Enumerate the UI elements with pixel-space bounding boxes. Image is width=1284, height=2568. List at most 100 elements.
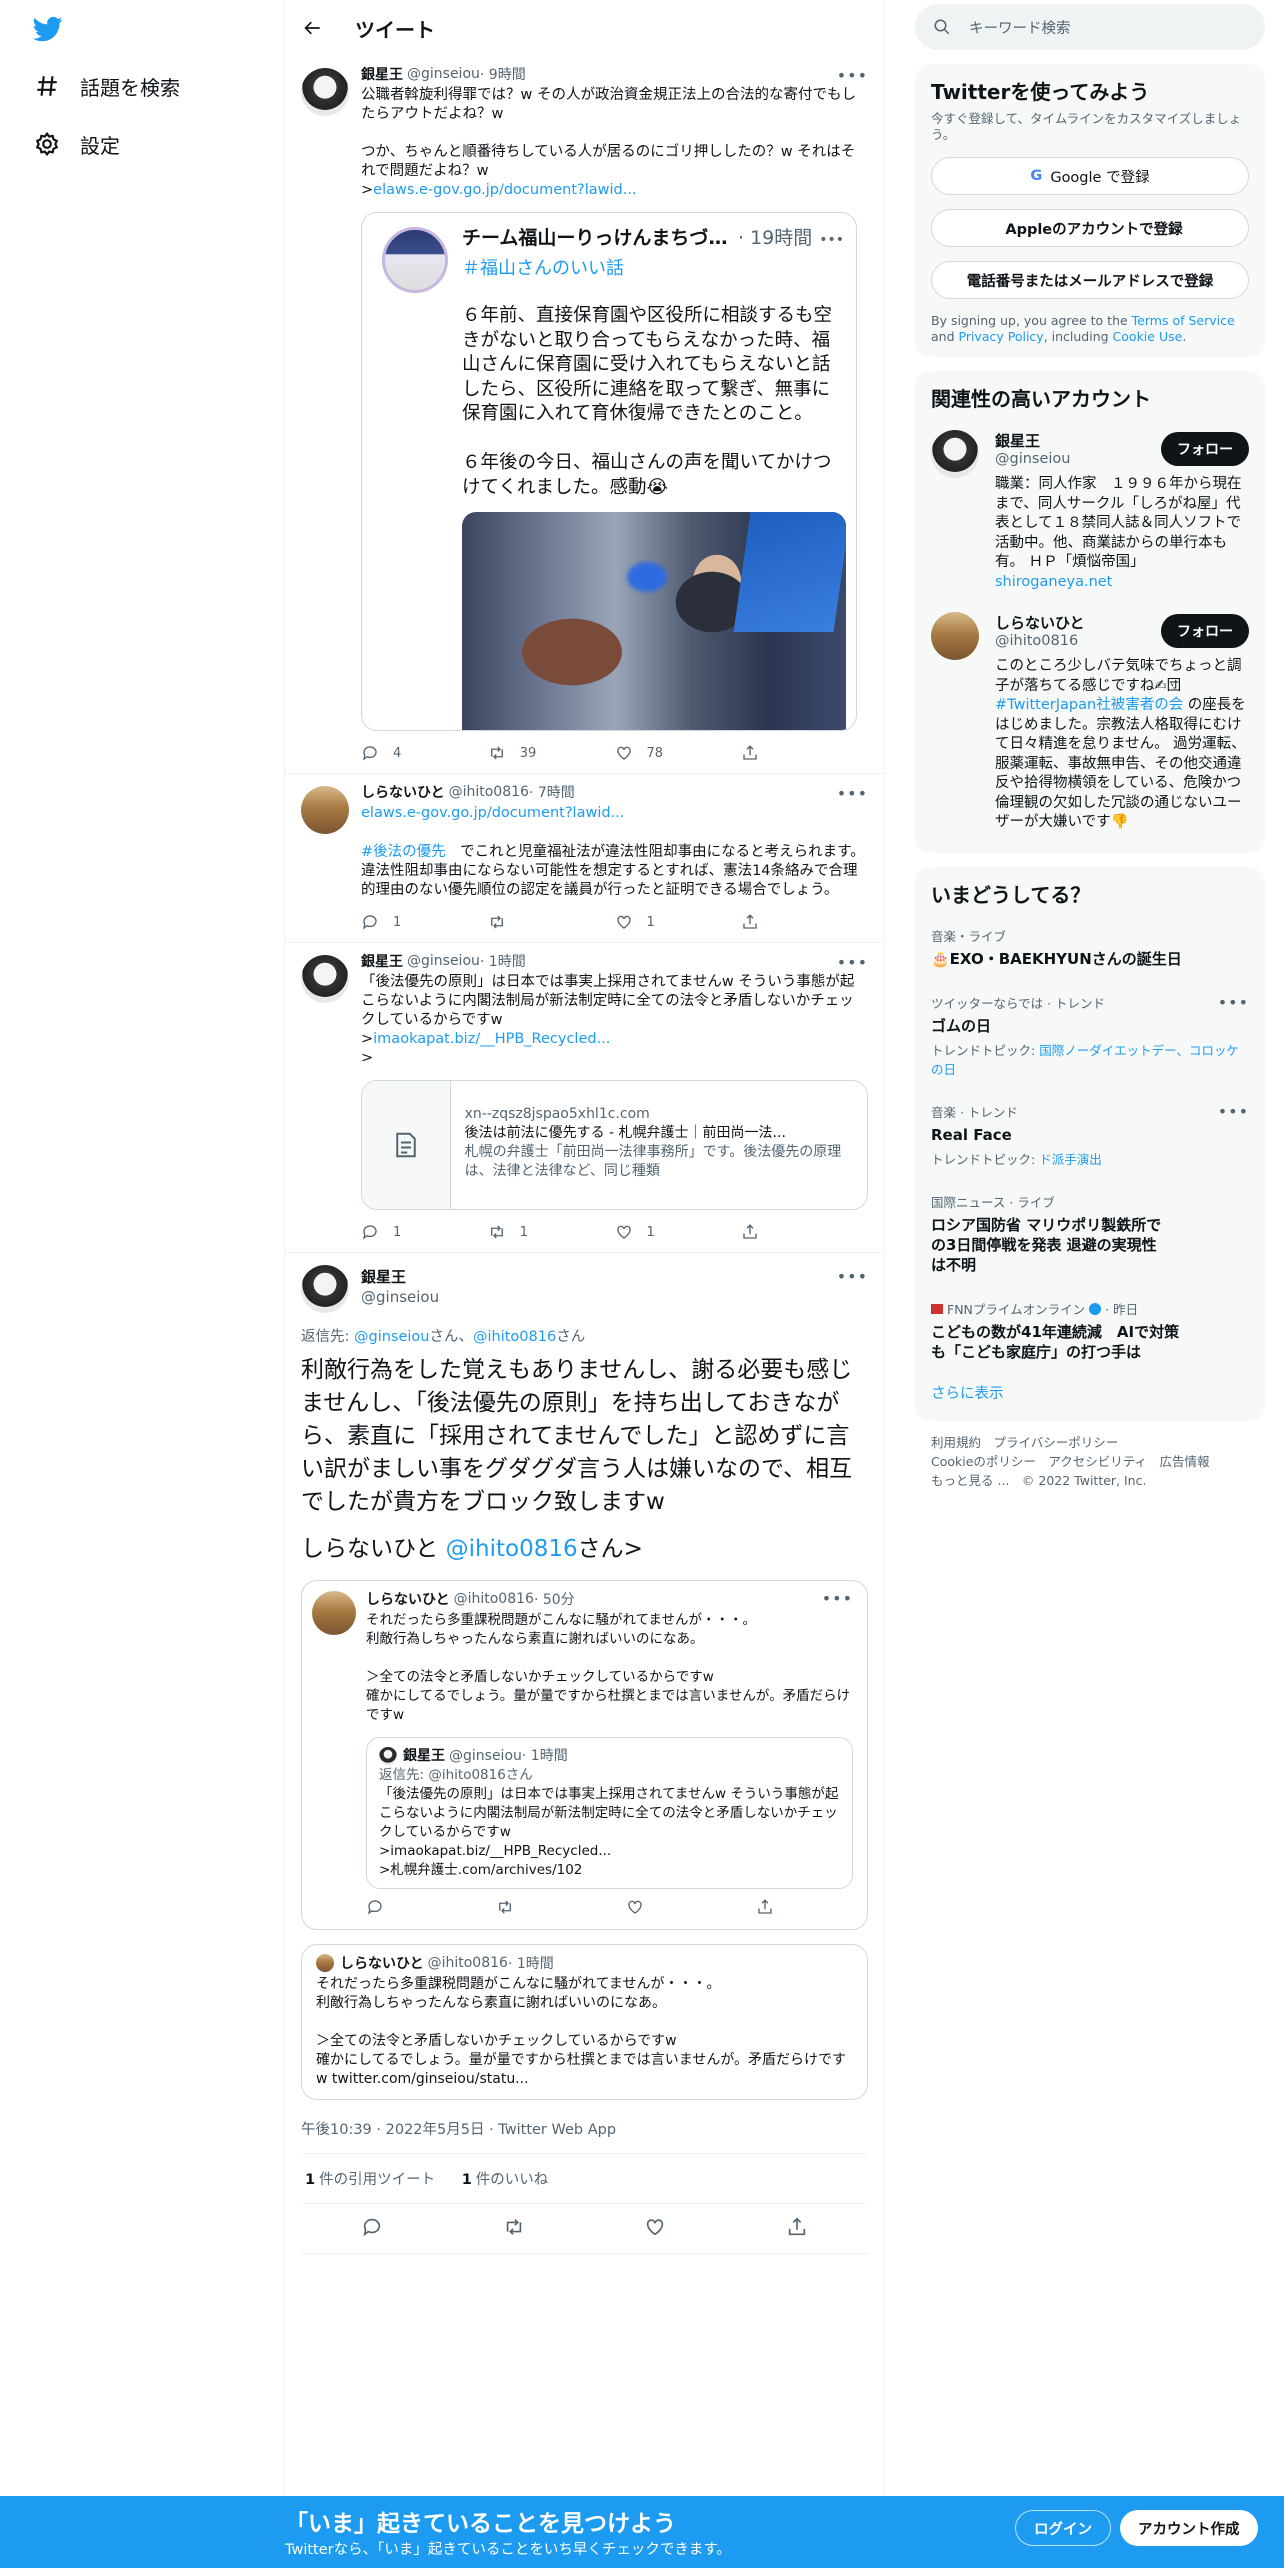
follow-button[interactable]: フォロー xyxy=(1161,432,1249,466)
quoted-tweet[interactable]: チーム福山ーりっけんまちづく... · 19時間 ••• ＃福山さんのいい話 ６… xyxy=(361,212,857,731)
quote-tweets-stat[interactable]: 1 件の引用ツイート xyxy=(305,2172,435,2188)
trend-item[interactable]: ツイッターならでは · トレンド ••• ゴムの日 トレンドトピック: 国際ノー… xyxy=(931,981,1249,1090)
tweet[interactable]: 銀星王 @ginseiou · 9時間 ••• 公職者斡旋利得罪では？w その人… xyxy=(285,56,884,774)
hashtag-link[interactable]: #後法の優先 xyxy=(361,844,446,860)
account-item[interactable]: しらないひと @ihito0816 フォロー このところ少しバテ気味でちょっと調… xyxy=(931,600,1249,841)
quoted-tweet[interactable]: しらないひと @ihito0816 · 1時間 それだったら多重課税問題がこんなに騒… xyxy=(301,1944,868,2100)
phone-email-signup-button[interactable]: 電話番号またはメールアドレスで登録 xyxy=(931,261,1249,299)
tweet[interactable]: 銀星王 @ginseiou · 1時間 ••• 「後法優先の原則」は日本では事実… xyxy=(285,943,884,1253)
back-arrow-icon[interactable] xyxy=(301,16,325,40)
twitter-logo-icon[interactable] xyxy=(30,14,66,44)
more-options-icon[interactable]: ••• xyxy=(837,953,868,972)
retweet-button[interactable] xyxy=(488,913,615,931)
avatar[interactable] xyxy=(301,786,349,834)
more-options-icon[interactable]: ••• xyxy=(1218,993,1249,1012)
link-card[interactable]: xn--zqsz8jspao5xhl1c.com 後法は前法に優先する - 札幌… xyxy=(361,1080,868,1210)
tweet[interactable]: しらないひと @ihito0816 · 7時間 ••• elaws.e-gov.… xyxy=(285,774,884,943)
signup-panel: Twitterを使ってみよう 今すぐ登録して、タイムラインをカスタマイズしましょ… xyxy=(915,64,1265,357)
tweet-time[interactable]: · 1時間 xyxy=(480,951,526,971)
login-button[interactable]: ログイン xyxy=(1015,2510,1111,2546)
tweet-link[interactable]: imaokapat.biz/__HPB_Recycled... xyxy=(373,1031,610,1047)
avatar[interactable] xyxy=(301,68,349,116)
quoted-tweet[interactable]: しらないひと @ihito0816 · 50分 ••• それだったら多重課税問題… xyxy=(301,1580,868,1930)
more-options-icon[interactable]: ••• xyxy=(837,66,868,85)
apple-signup-button[interactable]: Appleのアカウントで登録 xyxy=(931,209,1249,247)
hashtag-link[interactable]: ＃福山さんのいい話 xyxy=(462,254,844,280)
reply-button[interactable] xyxy=(361,2216,383,2242)
reply-button[interactable]: 4 xyxy=(361,744,488,762)
show-more-link[interactable]: さらに表示 xyxy=(931,1374,1249,1409)
reply-button[interactable]: 1 xyxy=(361,1223,488,1241)
trend-item[interactable]: 音楽 · トレンド ••• Real Face トレンドトピック: ド派手演出 xyxy=(931,1090,1249,1180)
trend-item[interactable]: 国際ニュース · ライブ ロシア国防省 マリウポリ製鉄所での3日間停戦を発表 退… xyxy=(931,1180,1249,1287)
author-handle[interactable]: @ginseiou xyxy=(407,66,480,82)
nav-explore[interactable]: 話題を検索 xyxy=(34,66,180,106)
retweet-icon xyxy=(490,1225,503,1239)
author-name: 銀星王 xyxy=(403,1747,445,1764)
reply-button[interactable]: 1 xyxy=(361,913,488,931)
footer-line[interactable]: 利用規約 プライバシーポリシー xyxy=(931,1433,1249,1452)
share-button[interactable] xyxy=(741,913,868,931)
more-options-icon[interactable]: ••• xyxy=(822,1589,853,1608)
follow-button[interactable]: フォロー xyxy=(1161,614,1249,648)
retweet-button[interactable]: 1 xyxy=(488,1223,615,1241)
author-name[interactable]: 銀星王 xyxy=(361,64,403,84)
retweet-button[interactable] xyxy=(496,1898,626,1916)
author-handle[interactable]: @ihito0816 xyxy=(449,784,529,800)
nav-settings[interactable]: 設定 xyxy=(34,124,120,164)
footer-line[interactable]: もっと見る ... © 2022 Twitter, Inc. xyxy=(931,1471,1249,1490)
avatar[interactable] xyxy=(301,955,349,1003)
share-button[interactable] xyxy=(786,2216,808,2242)
author-name[interactable]: 銀星王 xyxy=(361,1267,439,1287)
tweet-time[interactable]: · 7時間 xyxy=(529,782,575,802)
more-options-icon[interactable]: ••• xyxy=(819,232,844,248)
author-name[interactable]: 銀星王 xyxy=(361,951,403,971)
author-handle[interactable]: @ginseiou xyxy=(407,953,480,969)
signup-button[interactable]: アカウント作成 xyxy=(1120,2510,1258,2546)
nested-quoted-tweet[interactable]: 銀星王 @ginseiou · 1時間 返信先: @ihito0816さん 「後法優… xyxy=(366,1737,853,1889)
trend-item[interactable]: FNNプライムオンライン · 昨日 こどもの数が41年連続減 AIで対策も「こど… xyxy=(931,1287,1249,1374)
retweet-button[interactable]: 39 xyxy=(488,744,615,762)
like-button[interactable]: 1 xyxy=(615,1223,742,1241)
trend-topics: トレンドトピック: ド派手演出 xyxy=(931,1149,1249,1168)
reply-button[interactable] xyxy=(366,1898,496,1916)
retweet-button[interactable] xyxy=(503,2216,525,2242)
like-button[interactable]: 1 xyxy=(615,913,742,931)
bio-link[interactable]: shiroganeya.net xyxy=(995,574,1112,590)
tweet-timestamp[interactable]: 午後10:39 · 2022年5月5日 · Twitter Web App xyxy=(301,2100,868,2154)
avatar[interactable] xyxy=(301,1265,349,1313)
tweet-link[interactable]: elaws.e-gov.go.jp/document?lawid... xyxy=(361,805,624,821)
phone-signup-label: 電話番号またはメールアドレスで登録 xyxy=(966,273,1214,290)
search-input[interactable]: キーワード検索 xyxy=(915,4,1265,50)
account-item[interactable]: 銀星王 @ginseiou フォロー 職業：同人作家 １９９６年から現在まで、同… xyxy=(931,418,1249,600)
author-handle[interactable]: @ginseiou xyxy=(361,1287,439,1307)
footer-line[interactable]: Cookieのポリシー アクセシビリティ 広告情報 xyxy=(931,1452,1249,1471)
reply-to-link[interactable]: @ihito0816 xyxy=(473,1329,556,1345)
google-signup-button[interactable]: G Google で登録 xyxy=(931,157,1249,195)
like-button[interactable] xyxy=(626,1898,756,1916)
likes-stat[interactable]: 1 件のいいね xyxy=(462,2172,549,2188)
like-button[interactable] xyxy=(644,2216,666,2242)
bio-link[interactable]: #TwitterJapan社被害者の会 xyxy=(995,697,1183,713)
cookie-link[interactable]: Cookie Use xyxy=(1113,329,1183,344)
avatar[interactable] xyxy=(931,430,979,478)
mention-link[interactable]: @ihito0816 xyxy=(446,1536,578,1562)
reply-to-link[interactable]: @ginseiou xyxy=(354,1329,430,1345)
more-options-icon[interactable]: ••• xyxy=(837,1267,868,1286)
more-options-icon[interactable]: ••• xyxy=(837,784,868,803)
bottom-headline: 「いま」起きていることを見つけよう xyxy=(285,2511,676,2537)
privacy-link[interactable]: Privacy Policy xyxy=(959,329,1044,344)
tweet-time[interactable]: · 9時間 xyxy=(480,64,526,84)
terms-link[interactable]: Terms of Service xyxy=(1132,313,1235,328)
like-button[interactable]: 78 xyxy=(615,744,742,762)
trend-item[interactable]: 音楽・ライブ 🎂EXO・BAEKHYUNさんの誕生日 xyxy=(931,914,1249,981)
share-button[interactable] xyxy=(741,744,868,762)
share-button[interactable] xyxy=(741,1223,868,1241)
tweet-photo[interactable] xyxy=(462,512,846,730)
share-button[interactable] xyxy=(756,1898,816,1916)
trend-topic-link[interactable]: ド派手演出 xyxy=(1039,1152,1102,1167)
author-name[interactable]: しらないひと xyxy=(361,782,445,802)
avatar[interactable] xyxy=(931,612,979,660)
tweet-link[interactable]: elaws.e-gov.go.jp/document?lawid... xyxy=(373,182,636,198)
more-options-icon[interactable]: ••• xyxy=(1218,1102,1249,1121)
